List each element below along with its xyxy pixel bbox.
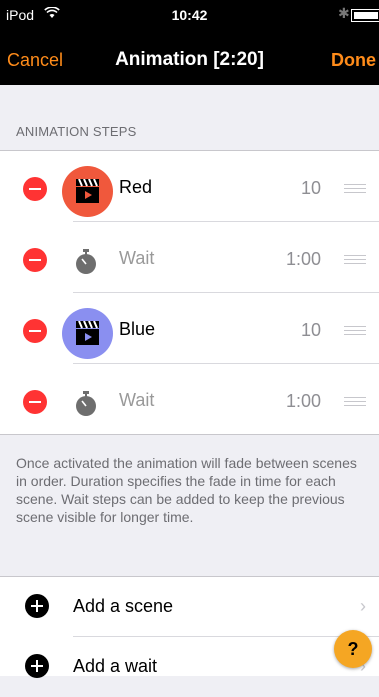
- delete-step-button[interactable]: [23, 390, 47, 414]
- stopwatch-icon: [76, 249, 96, 274]
- reorder-handle-icon[interactable]: [344, 397, 366, 407]
- bluetooth-icon: ✱: [338, 5, 350, 21]
- chevron-right-icon: ›: [360, 596, 366, 616]
- step-row-red[interactable]: Red 10: [0, 151, 379, 222]
- step-label: Wait: [119, 390, 155, 410]
- description-text: Once activated the animation will fade b…: [16, 455, 357, 525]
- step-duration: 1:00: [285, 249, 321, 269]
- add-wait-button[interactable]: Add a wait ›: [0, 637, 379, 697]
- step-row-wait[interactable]: Wait 1:00: [0, 364, 379, 435]
- step-row-blue[interactable]: Blue 10: [0, 293, 379, 364]
- step-duration: 10: [300, 320, 321, 340]
- plus-icon: [25, 594, 49, 618]
- delete-step-button[interactable]: [23, 319, 47, 343]
- page-title: Animation [2:20]: [115, 49, 264, 70]
- step-row-wait[interactable]: Wait 1:00: [0, 222, 379, 293]
- delete-step-button[interactable]: [23, 248, 47, 272]
- delete-step-button[interactable]: [23, 177, 47, 201]
- battery-icon: [351, 9, 379, 22]
- action-label: Add a wait: [73, 656, 158, 676]
- clapperboard-icon: [76, 179, 99, 203]
- step-duration: 10: [300, 178, 321, 198]
- plus-icon: [25, 654, 49, 678]
- step-label: Wait: [119, 248, 155, 268]
- clapperboard-icon: [76, 321, 99, 345]
- step-label: Blue: [119, 319, 156, 339]
- status-bar: iPod 10:42 ✱: [0, 0, 379, 32]
- help-button[interactable]: ?: [334, 630, 372, 668]
- top-bar: iPod 10:42 ✱ Cancel Animation [2:20] Don…: [0, 0, 379, 85]
- reorder-handle-icon[interactable]: [344, 184, 366, 194]
- reorder-handle-icon[interactable]: [344, 255, 366, 265]
- add-scene-button[interactable]: Add a scene ›: [0, 577, 379, 637]
- scene-thumbnail: [62, 308, 113, 359]
- step-duration: 1:00: [285, 391, 321, 411]
- section-header: ANIMATION STEPS: [16, 124, 137, 139]
- navigation-bar: Cancel Animation [2:20] Done: [0, 32, 379, 85]
- step-label: Red: [119, 177, 153, 197]
- animation-steps-list: Red 10 Wait 1:00 Blue 10 Wait 1:00: [0, 150, 379, 435]
- actions-list: Add a scene › Add a wait ›: [0, 576, 379, 678]
- action-label: Add a scene: [73, 596, 174, 616]
- done-button[interactable]: Done: [331, 50, 376, 71]
- stopwatch-icon: [76, 391, 96, 416]
- clock: 10:42: [171, 7, 208, 23]
- scene-thumbnail: [62, 166, 113, 217]
- reorder-handle-icon[interactable]: [344, 326, 366, 336]
